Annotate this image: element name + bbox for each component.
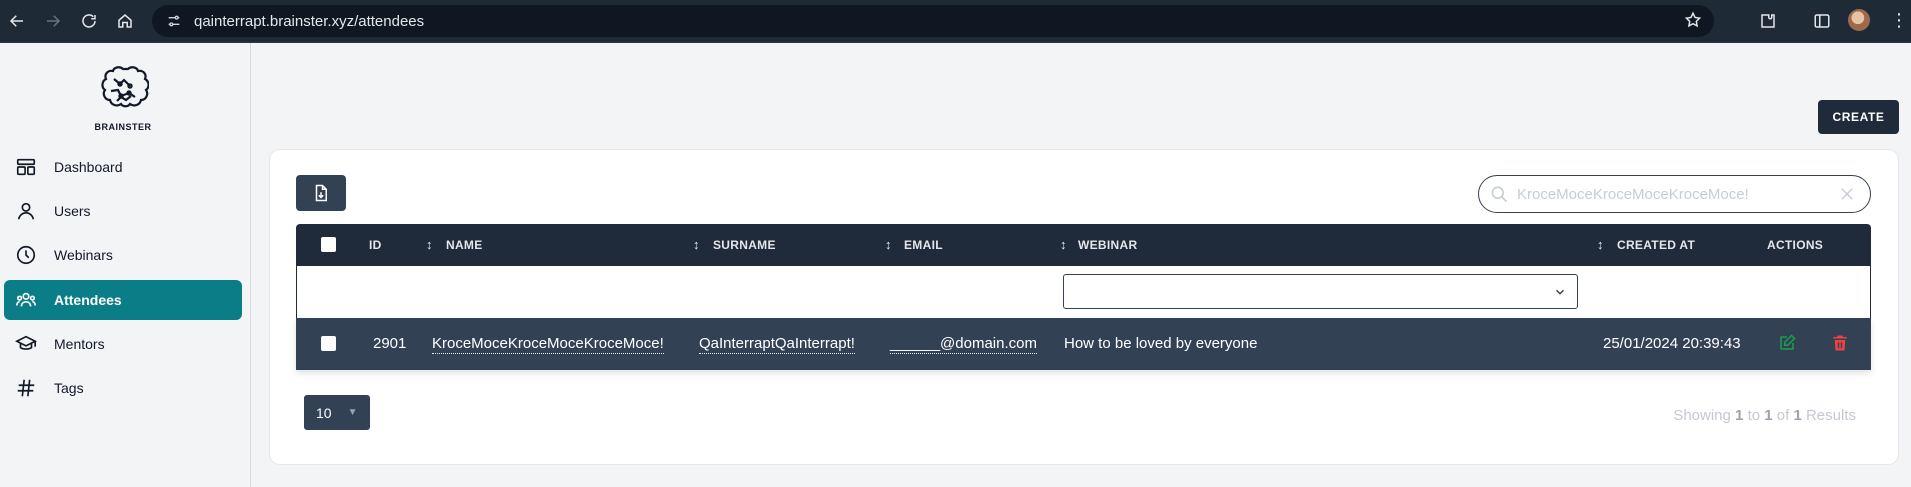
table-row: 2901 KroceMoceKroceMoceKroceMoce! QaInte… xyxy=(296,318,1871,370)
per-page-value: 10 xyxy=(316,404,332,421)
column-header-actions: ACTIONS xyxy=(1767,238,1824,252)
edit-icon[interactable] xyxy=(1778,334,1796,357)
sidebar-item-label: Users xyxy=(54,203,91,219)
brand-name: BRAINSTER xyxy=(94,122,152,132)
sidebar-item-mentors[interactable]: Mentors xyxy=(4,324,242,364)
back-icon[interactable] xyxy=(4,8,30,34)
home-icon[interactable] xyxy=(112,8,138,34)
url-text: qainterrapt.brainster.xyz/attendees xyxy=(194,12,425,30)
column-header-email[interactable]: EMAIL xyxy=(904,238,943,252)
sort-icon[interactable]: ↕ xyxy=(426,237,433,252)
cell-email[interactable]: ______@domain.com xyxy=(890,335,1037,354)
chevron-down-icon xyxy=(1553,285,1567,304)
users-group-icon xyxy=(13,287,39,313)
sort-icon[interactable]: ↕ xyxy=(1060,237,1067,252)
cell-id: 2901 xyxy=(373,335,407,352)
browser-menu-icon[interactable]: ⋮ xyxy=(1890,10,1908,30)
sort-icon[interactable]: ↕ xyxy=(1597,237,1604,252)
create-button[interactable]: CREATE xyxy=(1818,100,1899,134)
sidebar-item-attendees[interactable]: Attendees xyxy=(4,280,242,320)
cell-name[interactable]: KroceMoceKroceMoceKroceMoce! xyxy=(432,335,664,354)
column-header-id[interactable]: ID xyxy=(369,238,382,252)
browser-toolbar: qainterrapt.brainster.xyz/attendees ⋮ xyxy=(0,0,1911,43)
brand-logo[interactable]: BRAINSTER xyxy=(92,65,154,132)
extensions-icon[interactable] xyxy=(1756,9,1780,33)
select-all-checkbox[interactable] xyxy=(321,237,336,252)
export-button[interactable] xyxy=(296,175,346,211)
cell-webinar: How to be loved by everyone xyxy=(1064,335,1258,352)
clear-search-icon[interactable] xyxy=(1838,185,1856,208)
address-bar[interactable]: qainterrapt.brainster.xyz/attendees xyxy=(152,5,1714,37)
results-word: Results xyxy=(1805,407,1856,424)
brain-logo-icon xyxy=(101,66,150,108)
search-input[interactable] xyxy=(1517,185,1837,203)
sort-icon[interactable]: ↕ xyxy=(885,237,892,252)
clock-icon xyxy=(13,242,39,268)
per-page-select[interactable]: 10 ▼ xyxy=(304,395,370,430)
bookmark-star-icon[interactable] xyxy=(1684,11,1702,34)
sidebar-item-users[interactable]: Users xyxy=(4,191,242,231)
reload-icon[interactable] xyxy=(76,8,102,34)
results-summary: Showing 1 to 1 of 1 Results xyxy=(1670,407,1856,424)
sidebar-item-label: Webinars xyxy=(54,247,113,263)
results-prefix: Showing xyxy=(1673,407,1731,424)
column-header-surname[interactable]: SURNAME xyxy=(713,238,776,252)
results-to: 1 xyxy=(1764,407,1773,424)
site-settings-icon[interactable] xyxy=(160,7,188,35)
sidebar-item-label: Attendees xyxy=(54,292,122,308)
results-total: 1 xyxy=(1793,407,1802,424)
row-checkbox[interactable] xyxy=(321,336,336,351)
sidebar-item-label: Tags xyxy=(54,380,84,396)
cell-created-at: 25/01/2024 20:39:43 xyxy=(1603,335,1741,352)
forward-icon[interactable] xyxy=(40,8,66,34)
sidebar-item-webinars[interactable]: Webinars xyxy=(4,235,242,275)
results-from: 1 xyxy=(1735,407,1744,424)
sidebar-item-label: Mentors xyxy=(54,336,105,352)
column-header-name[interactable]: NAME xyxy=(446,238,483,252)
sidebar-item-tags[interactable]: Tags xyxy=(4,368,242,408)
sidebar-item-dashboard[interactable]: Dashboard xyxy=(4,147,242,187)
user-icon xyxy=(13,198,39,224)
cell-surname[interactable]: QaInterraptQaInterrapt! xyxy=(699,335,855,354)
search-box xyxy=(1478,175,1871,213)
graduation-cap-icon xyxy=(13,331,39,357)
column-header-created-at[interactable]: CREATED AT xyxy=(1617,238,1695,252)
results-to-word: to xyxy=(1747,407,1761,424)
sidebar: BRAINSTER Dashboard Users Webinars Atten… xyxy=(0,43,251,487)
results-of-word: of xyxy=(1776,407,1790,424)
side-panel-icon[interactable] xyxy=(1810,9,1834,33)
search-icon xyxy=(1487,182,1511,206)
webinar-filter-select[interactable] xyxy=(1063,274,1578,309)
dashboard-icon xyxy=(13,154,39,180)
delete-icon[interactable] xyxy=(1831,333,1849,358)
table-header: ID ↕ NAME ↕ SURNAME ↕ EMAIL ↕ WEBINAR ↕ … xyxy=(296,224,1871,266)
sidebar-item-label: Dashboard xyxy=(54,159,123,175)
hash-icon xyxy=(13,375,39,401)
sort-icon[interactable]: ↕ xyxy=(693,237,700,252)
chevron-down-icon: ▼ xyxy=(347,407,358,418)
profile-avatar[interactable] xyxy=(1848,9,1870,31)
download-file-icon xyxy=(315,184,327,202)
column-header-webinar[interactable]: WEBINAR xyxy=(1078,238,1137,252)
